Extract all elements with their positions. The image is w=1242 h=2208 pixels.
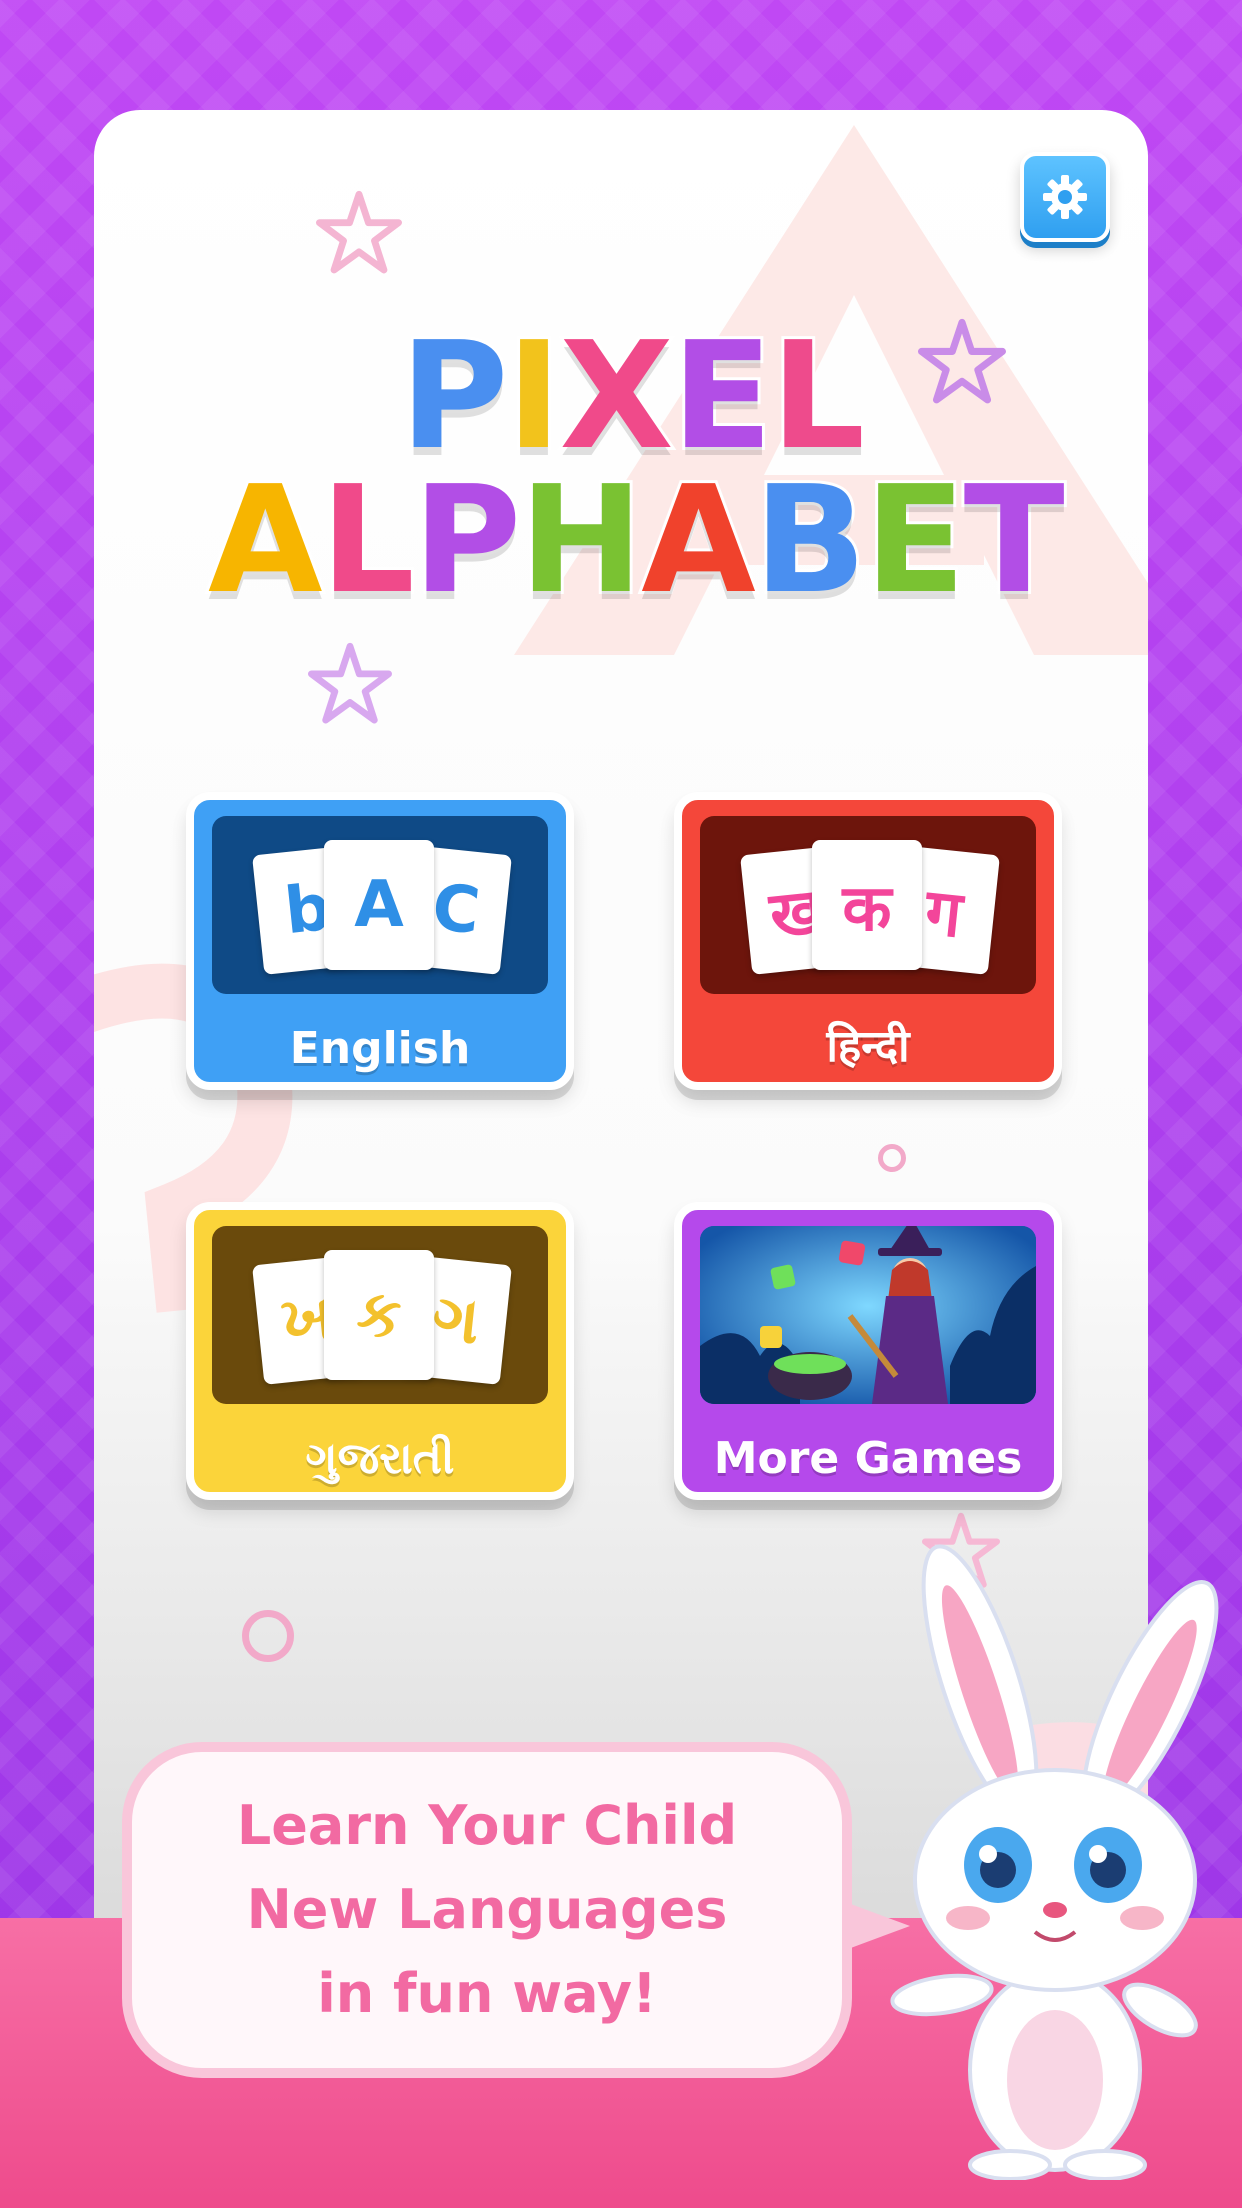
logo-letter: H [516,454,646,626]
logo-title-line1: PIXEL [397,310,868,482]
letter-card: ક [324,1250,434,1380]
more-games-preview [700,1226,1036,1404]
logo-title-line2: ALPHABET [205,454,1068,626]
more-games-label: More Games [713,1433,1023,1484]
more-games-button[interactable]: More Games [674,1202,1062,1500]
speech-line-1: Learn Your Child [236,1794,738,1858]
gujarati-preview-panel: ખ ક ગ [212,1226,548,1404]
logo-letter: L [318,454,418,626]
hindi-preview-panel: ख क ग [700,816,1036,994]
logo-letter: T [961,454,1068,626]
speech-line-3: in fun way! [317,1961,657,2025]
bunny-mascot [890,1544,1219,2180]
ring-decoration-large [242,1610,294,1662]
star-decoration-top-right [918,318,1006,404]
logo-letter: E [862,454,969,626]
letter-card: A [324,840,434,970]
english-preview-panel: b A C [212,816,548,994]
letter-card: क [812,840,922,970]
english-label: English [289,1023,471,1074]
speech-line-2: New Languages [246,1878,728,1942]
logo-letter: L [768,310,868,482]
logo-letter: P [397,310,512,482]
witch-game-illustration [700,1226,1036,1404]
english-language-button[interactable]: b A C English [186,792,574,1090]
gear-icon [1043,175,1087,219]
settings-button[interactable] [1020,152,1110,242]
logo-letter: I [503,310,564,482]
logo-letter: P [410,454,525,626]
gujarati-language-button[interactable]: ખ ક ગ ગુજરાતી [186,1202,574,1500]
logo-letter: X [557,310,677,482]
gujarati-label: ગુજરાતી [305,1433,455,1484]
star-decoration-top-left [316,190,402,274]
ring-decoration-small [878,1144,906,1172]
speech-bubble: Learn Your Child New Languages in fun wa… [122,1742,852,2078]
star-decoration-mid-left [308,642,392,724]
logo-letter: A [638,454,759,626]
logo-letter: E [669,310,776,482]
logo-letter: B [751,454,870,626]
hindi-label: हिन्दी [826,1021,910,1072]
logo-letter: A [205,454,326,626]
hindi-language-button[interactable]: ख क ग हिन्दी [674,792,1062,1090]
